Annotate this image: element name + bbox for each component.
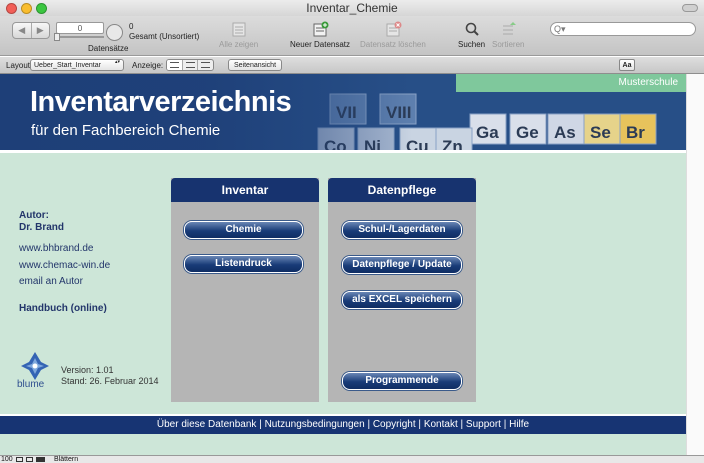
datenpflege-panel-title: Datenpflege <box>328 178 476 202</box>
school-name: Musterschule <box>618 77 678 88</box>
header-banner: VIIVIIIGaGeAsSeBrCuZnNiCo Musterschule I… <box>0 74 686 150</box>
new-record-label: Neuer Datensatz <box>290 40 351 49</box>
record-slider-handle[interactable] <box>54 33 60 41</box>
record-total-status: Gesamt (Unsortiert) <box>129 32 200 41</box>
footer-separator: | <box>418 419 422 430</box>
school-strip: Musterschule <box>456 74 686 92</box>
record-number-field[interactable]: 0 <box>56 22 104 34</box>
datenpflege-panel <box>328 178 476 402</box>
new-record-button[interactable]: Neuer Datensatz <box>290 21 350 49</box>
inventar-panel-title: Inventar <box>171 178 319 202</box>
record-slider[interactable] <box>56 36 104 38</box>
vertical-scrollbar[interactable] <box>686 74 704 458</box>
magnifier-icon <box>465 22 479 36</box>
help-link[interactable]: Hilfe <box>509 419 529 430</box>
status-bar: 100 Blättern <box>0 455 704 463</box>
excel-export-button[interactable]: als EXCEL speichern <box>342 291 462 309</box>
view-label: Anzeige: <box>132 61 164 70</box>
show-all-button[interactable]: Alle zeigen <box>219 21 258 49</box>
footer-links: Über diese Datenbank | Nutzungsbedingung… <box>0 416 686 434</box>
view-mode-group <box>166 59 214 71</box>
page-subtitle: für den Fachbereich Chemie <box>31 122 221 139</box>
delete-record-label: Datensatz löschen <box>360 40 426 49</box>
search-button[interactable]: Suchen <box>458 21 485 49</box>
page-title: Inventarverzeichnis <box>30 86 292 118</box>
show-all-icon <box>232 22 246 37</box>
record-navigation: ◀ ▶ <box>12 22 50 39</box>
version-text: Version: 1.01 <box>61 365 114 375</box>
zoom-window-button[interactable] <box>36 3 47 14</box>
new-record-icon <box>313 21 329 37</box>
date-text: Stand: 26. Februar 2014 <box>61 376 159 386</box>
delete-record-button[interactable]: Datensatz löschen <box>360 21 426 49</box>
sort-icon <box>503 22 517 35</box>
zoom-out-icon[interactable] <box>16 457 23 462</box>
previous-record-button[interactable]: ◀ <box>13 23 31 38</box>
layout-label: Layout: <box>6 61 33 70</box>
table-view-icon <box>201 62 211 68</box>
logo-text: blume <box>17 379 45 390</box>
author-label: Autor: <box>19 210 49 221</box>
zoom-level[interactable]: 100 <box>1 456 13 463</box>
record-count: 0 <box>129 22 134 31</box>
author-name: Dr. Brand <box>19 222 65 233</box>
search-label: Suchen <box>458 40 486 49</box>
toolbar: ◀ ▶ 0 0 Gesamt (Unsortiert) Datensätze A… <box>0 16 704 56</box>
form-view-button[interactable] <box>167 60 182 70</box>
datenpflege-update-button[interactable]: Datenpflege / Update <box>342 256 462 274</box>
footer-separator: | <box>503 419 507 430</box>
text-format-button[interactable]: Aa <box>619 59 635 71</box>
terms-of-use-link[interactable]: Nutzungsbedingungen <box>265 419 365 430</box>
layout-select[interactable]: Ueber_Start_Inventar <box>30 59 124 71</box>
status-area-toggle-icon[interactable] <box>36 457 45 462</box>
manual-link[interactable]: Handbuch (online) <box>19 303 107 314</box>
show-all-label: Alle zeigen <box>219 40 259 49</box>
layout-bar: Layout: Ueber_Start_Inventar Anzeige: Se… <box>0 57 704 74</box>
form-view-icon <box>169 62 179 68</box>
listendruck-button[interactable]: Listendruck <box>184 255 303 273</box>
schul-lagerdaten-button[interactable]: Schul-/Lagerdaten <box>342 221 462 239</box>
programmende-button[interactable]: Programmende <box>342 372 462 390</box>
list-view-icon <box>185 62 195 68</box>
zoom-in-icon[interactable] <box>26 457 33 462</box>
records-label: Datensätze <box>88 44 129 53</box>
contact-link[interactable]: Kontakt <box>424 419 458 430</box>
footer-separator: | <box>259 419 262 430</box>
close-window-button[interactable] <box>6 3 17 14</box>
mode-label: Blättern <box>54 456 79 463</box>
list-view-button[interactable] <box>181 60 198 70</box>
title-bar: Inventar_Chemie <box>0 0 704 16</box>
banner-divider <box>0 150 686 153</box>
support-link[interactable]: Support <box>466 419 501 430</box>
quick-find-input[interactable]: Q▾ <box>550 22 696 36</box>
chemie-button[interactable]: Chemie <box>184 221 303 239</box>
minimize-window-button[interactable] <box>21 3 32 14</box>
inventar-panel <box>171 178 319 402</box>
footer-separator: | <box>460 419 464 430</box>
copyright-link[interactable]: Copyright <box>373 419 416 430</box>
about-database-link[interactable]: Über diese Datenbank <box>157 419 257 430</box>
website-link-chemac[interactable]: www.chemac-win.de <box>19 260 110 271</box>
website-link-bhbrand[interactable]: www.bhbrand.de <box>19 243 94 254</box>
layout-content: VIIVIIIGaGeAsSeBrCuZnNiCo Musterschule I… <box>0 74 686 458</box>
record-pie-icon <box>106 24 123 41</box>
footer-separator: | <box>367 419 371 430</box>
email-author-link[interactable]: email an Autor <box>19 276 83 287</box>
next-record-button[interactable]: ▶ <box>30 23 50 38</box>
preview-button[interactable]: Seitenansicht <box>228 59 282 71</box>
sort-button[interactable]: Sortieren <box>492 21 524 49</box>
delete-record-icon <box>386 21 402 37</box>
window-title: Inventar_Chemie <box>306 1 398 15</box>
table-view-button[interactable] <box>197 60 213 70</box>
sort-label: Sortieren <box>492 40 525 49</box>
toolbar-toggle-button[interactable] <box>682 4 698 12</box>
